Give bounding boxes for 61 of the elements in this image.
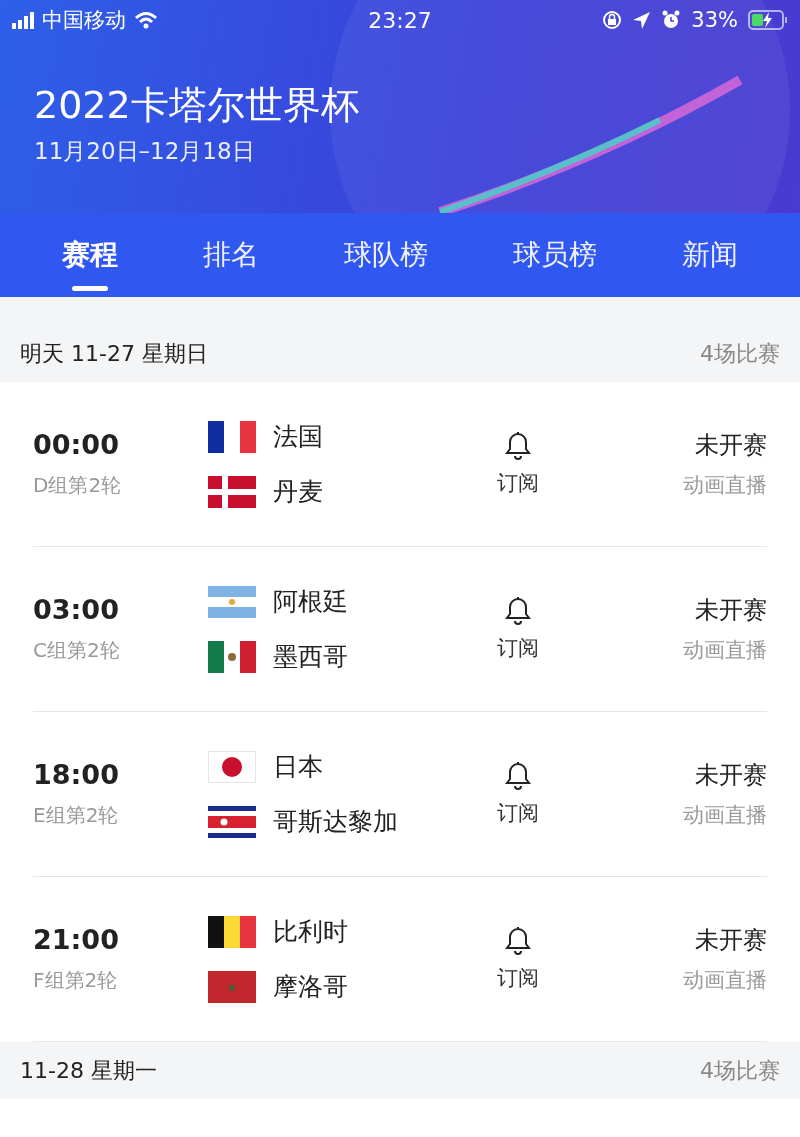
broadcast-link[interactable]: 动画直播 <box>578 471 767 499</box>
subscribe-button[interactable]: 订阅 <box>458 926 578 992</box>
tab[interactable]: 排名 <box>193 213 270 297</box>
battery-percent: 33% <box>691 8 738 32</box>
kickoff-time: 21:00 <box>33 924 120 955</box>
subscribe-button[interactable]: 订阅 <box>458 761 578 827</box>
kickoff-time: 00:00 <box>33 429 120 460</box>
team-name: 日本 <box>273 751 323 783</box>
tab[interactable]: 新闻 <box>671 213 748 297</box>
day-heading: 明天 11-27 星期日 <box>20 339 208 368</box>
flag-icon <box>208 585 256 618</box>
team-name: 丹麦 <box>273 476 323 508</box>
match-status: 未开赛 <box>694 430 767 461</box>
bell-icon <box>504 596 532 626</box>
alarm-clock-icon <box>661 10 682 30</box>
match-status: 未开赛 <box>694 595 767 626</box>
flag-icon <box>208 475 256 508</box>
wifi-icon <box>134 11 158 29</box>
battery-icon <box>748 10 788 30</box>
match-count: 4场比赛 <box>700 1056 780 1085</box>
group-round: D组第2轮 <box>33 472 123 499</box>
flag-icon <box>208 970 256 1003</box>
team-name: 比利时 <box>273 916 348 948</box>
subscribe-button[interactable]: 订阅 <box>458 431 578 497</box>
team-name: 法国 <box>273 421 323 453</box>
bell-icon <box>504 926 532 956</box>
broadcast-link[interactable]: 动画直播 <box>578 966 767 994</box>
group-round: F组第2轮 <box>33 967 119 994</box>
flag-icon <box>208 750 256 783</box>
clock-time: 23:27 <box>368 7 432 33</box>
carrier-name: 中国移动 <box>42 7 126 34</box>
team-name: 摩洛哥 <box>273 971 348 1003</box>
group-round: E组第2轮 <box>33 802 120 829</box>
flag-icon <box>208 420 256 453</box>
tab[interactable]: 赛程 <box>52 213 129 297</box>
broadcast-link[interactable]: 动画直播 <box>578 801 767 829</box>
flag-icon <box>208 915 256 948</box>
match-status: 未开赛 <box>694 760 767 791</box>
match-count: 4场比赛 <box>700 339 780 368</box>
kickoff-time: 03:00 <box>33 594 120 625</box>
match-status: 未开赛 <box>694 925 767 956</box>
signal-icon <box>12 11 34 29</box>
team-name: 哥斯达黎加 <box>273 806 398 838</box>
bell-icon <box>504 761 532 791</box>
team-name: 阿根廷 <box>273 586 348 618</box>
date-range: 11月20日–12月18日 <box>34 137 256 166</box>
day-heading: 11-28 星期一 <box>20 1056 157 1085</box>
rotation-lock-icon <box>602 10 623 30</box>
tab[interactable]: 球员榜 <box>502 213 607 297</box>
tab-indicator <box>72 286 109 291</box>
location-arrow-icon <box>632 10 652 30</box>
broadcast-link[interactable]: 动画直播 <box>578 636 767 664</box>
flag-icon <box>208 805 256 838</box>
flag-icon <box>208 640 256 673</box>
bell-icon <box>504 431 532 461</box>
subscribe-button[interactable]: 订阅 <box>458 596 578 662</box>
group-round: C组第2轮 <box>33 637 121 664</box>
tab[interactable]: 球队榜 <box>334 213 438 297</box>
kickoff-time: 18:00 <box>33 759 120 790</box>
team-name: 墨西哥 <box>273 641 348 673</box>
page-title: 2022卡塔尔世界杯 <box>34 82 360 129</box>
